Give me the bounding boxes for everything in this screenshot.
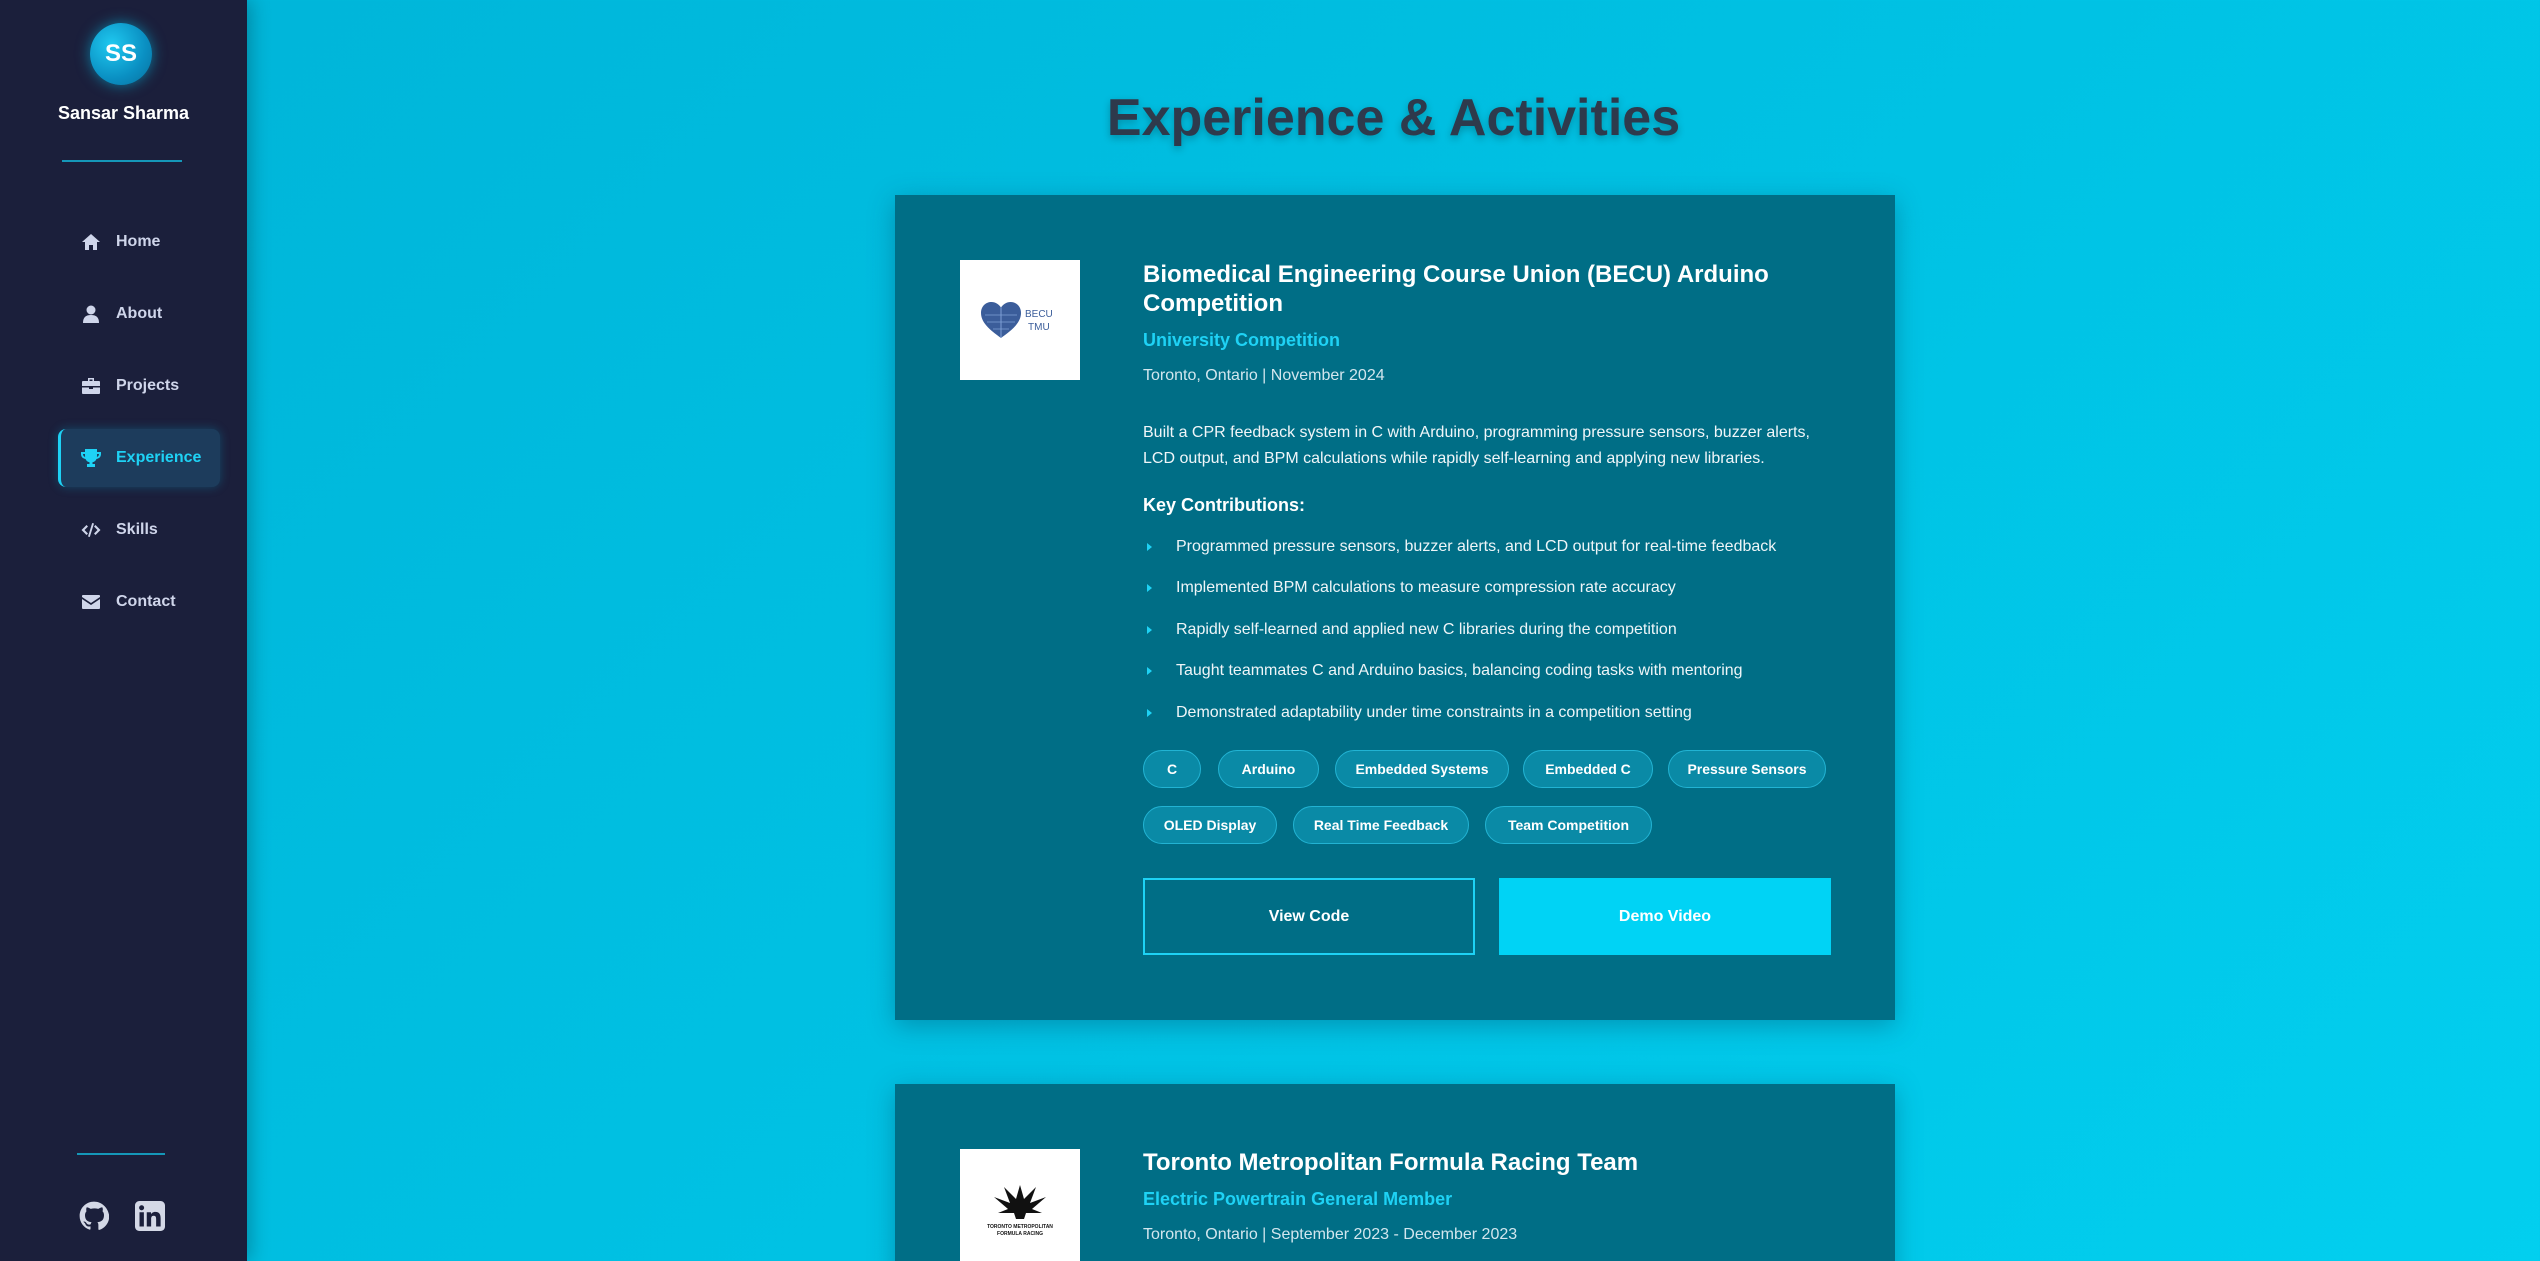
tag-c: C [1143,750,1201,788]
sidebar: SS Sansar Sharma Home About Projects Exp… [0,0,247,1261]
svg-text:TORONTO METROPOLITAN: TORONTO METROPOLITAN [987,1224,1053,1230]
tag-team-competition: Team Competition [1485,806,1652,844]
experience-role: University Competition [1143,330,1341,350]
code-icon [80,520,102,540]
list-item: Programmed pressure sensors, buzzer aler… [1143,526,1833,568]
list-item: Taught teammates C and Arduino basics, b… [1143,651,1833,693]
bullet-icon [1147,708,1152,717]
bullet-icon [1147,542,1152,551]
list-item: Implemented BPM calculations to measure … [1143,568,1833,610]
svg-text:TMU: TMU [1028,322,1050,333]
tag-oled-display: OLED Display [1143,806,1277,844]
user-name: Sansar Sharma [57,103,190,123]
home-icon [80,232,102,252]
view-code-button[interactable]: View Code [1143,878,1475,955]
nav-item-contact[interactable]: Contact [58,573,220,631]
svg-text:FORMULA RACING: FORMULA RACING [997,1231,1043,1237]
experience-card: TORONTO METROPOLITAN FORMULA RACING Toro… [895,1084,1895,1261]
avatar[interactable]: SS [90,23,152,85]
user-icon [80,304,102,324]
formula-racing-logo: TORONTO METROPOLITAN FORMULA RACING [960,1149,1080,1261]
tag-real-time-feedback: Real Time Feedback [1293,806,1469,844]
nav-label: Contact [116,593,176,610]
nav-item-about[interactable]: About [58,285,220,343]
nav-item-experience[interactable]: Experience [58,429,220,487]
nav-label: Skills [116,521,158,538]
linkedin-icon [135,1200,165,1236]
nav-item-projects[interactable]: Projects [58,357,220,415]
tag-embedded-c: Embedded C [1523,750,1653,788]
experience-card: BECU TMU Biomedical Engineering Course U… [895,195,1895,1020]
tag-pressure-sensors: Pressure Sensors [1668,750,1826,788]
tag-embedded-systems: Embedded Systems [1335,750,1509,788]
divider [77,1153,165,1155]
list-item: Rapidly self-learned and applied new C l… [1143,609,1833,651]
nav-item-skills[interactable]: Skills [58,501,220,559]
experience-role: Electric Powertrain General Member [1143,1189,1453,1209]
github-link[interactable] [77,1201,111,1235]
trophy-icon [80,448,102,468]
nav-item-home[interactable]: Home [58,213,220,271]
nav-label: About [116,305,163,322]
nav-label: Home [116,233,161,250]
experience-meta: Toronto, Ontario | September 2023 - Dece… [1143,1226,1518,1243]
briefcase-icon [80,376,102,396]
experience-title: Toronto Metropolitan Formula Racing Team [1143,1149,1639,1176]
linkedin-link[interactable] [133,1200,167,1236]
formula-racing-logo-icon: TORONTO METROPOLITAN FORMULA RACING [987,1185,1053,1237]
experience-meta: Toronto, Ontario | November 2024 [1143,367,1385,384]
experience-title: Biomedical Engineering Course Union (BEC… [1143,261,1769,317]
bullet-icon [1147,667,1152,676]
bullet-icon [1147,584,1152,593]
divider [62,160,182,162]
heart-logo-icon: BECU TMU [981,302,1053,338]
nav-label: Experience [116,449,202,466]
key-contributions-heading: Key Contributions: [1143,495,1305,515]
avatar-initials: SS [104,40,137,67]
list-item: Demonstrated adaptability under time con… [1143,692,1833,734]
page-title: Experience & Activities [1106,89,1681,147]
bullet-icon [1147,625,1152,634]
experience-description: Built a CPR feedback system in C with Ar… [1143,424,1810,467]
tag-arduino: Arduino [1218,750,1319,788]
becu-logo: BECU TMU [960,260,1080,380]
demo-video-button[interactable]: Demo Video [1499,878,1831,955]
envelope-icon [80,592,102,612]
key-contributions-list: Programmed pressure sensors, buzzer aler… [1143,526,1833,734]
nav-label: Projects [116,377,180,394]
github-icon [79,1201,110,1236]
svg-text:BECU: BECU [1025,309,1053,320]
